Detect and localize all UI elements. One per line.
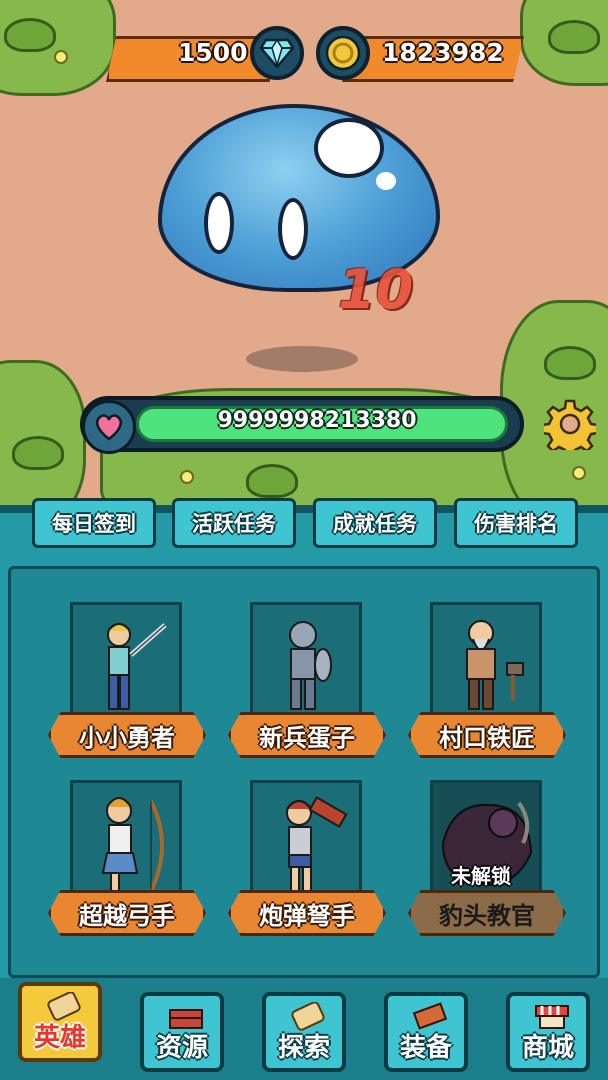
nav-label: 商城 — [521, 1033, 574, 1063]
nav-label: 英雄 — [33, 1023, 86, 1053]
gem-count: 1500 — [178, 38, 248, 67]
bush — [544, 346, 596, 380]
flower — [54, 50, 68, 64]
heart-icon — [82, 400, 136, 454]
diamond-icon — [250, 26, 304, 80]
gear-icon[interactable] — [540, 398, 600, 459]
hero-name-ribbon-locked[interactable]: 豹头教官 — [408, 890, 566, 936]
hero-sprite — [466, 620, 524, 710]
tab-achievement-tasks[interactable]: 成就任务 — [313, 498, 437, 548]
hero-name-ribbon[interactable]: 村口铁匠 — [408, 712, 566, 758]
nav-label: 装备 — [399, 1033, 452, 1063]
bush — [4, 18, 56, 52]
hero-name-ribbon[interactable]: 小小勇者 — [48, 712, 206, 758]
nav-label: 探索 — [277, 1033, 330, 1063]
coin-count: 1823982 — [382, 38, 504, 67]
slime-shadow — [246, 346, 358, 372]
nav-heroes-button[interactable]: 英雄 — [18, 982, 102, 1062]
hp-value: 9999998213380 — [217, 408, 417, 433]
tab-active-tasks[interactable]: 活跃任务 — [172, 498, 296, 548]
hero-name-ribbon[interactable]: 超越弓手 — [48, 890, 206, 936]
damage-popup: 10 — [338, 258, 414, 321]
hero-name-ribbon[interactable]: 炮弹弩手 — [228, 890, 386, 936]
nav-shop-button[interactable]: 商城 — [506, 992, 590, 1072]
flower — [572, 466, 586, 480]
hero-name-ribbon[interactable]: 新兵蛋子 — [228, 712, 386, 758]
coin-icon — [316, 26, 370, 80]
hero-sprite — [101, 797, 164, 894]
slime-eye — [204, 192, 234, 254]
nav-explore-button[interactable]: 探索 — [262, 992, 346, 1072]
hero-sprite — [289, 621, 332, 710]
bush — [246, 464, 298, 498]
tab-damage-ranking[interactable]: 伤害排名 — [454, 498, 578, 548]
nav-label: 资源 — [155, 1033, 208, 1063]
bush — [548, 20, 600, 54]
nav-resources-button[interactable]: 资源 — [140, 992, 224, 1072]
hero-sprite — [107, 623, 167, 710]
tab-daily-checkin[interactable]: 每日签到 — [32, 498, 156, 548]
slime-highlight — [376, 172, 396, 190]
slime-highlight — [314, 118, 384, 178]
flower — [180, 470, 194, 484]
slime-eye — [278, 198, 308, 260]
hero-sprite — [286, 796, 348, 892]
nav-equipment-button[interactable]: 装备 — [384, 992, 468, 1072]
bush — [12, 436, 64, 470]
locked-label: 未解锁 — [451, 864, 511, 888]
grass-patch — [0, 360, 86, 505]
